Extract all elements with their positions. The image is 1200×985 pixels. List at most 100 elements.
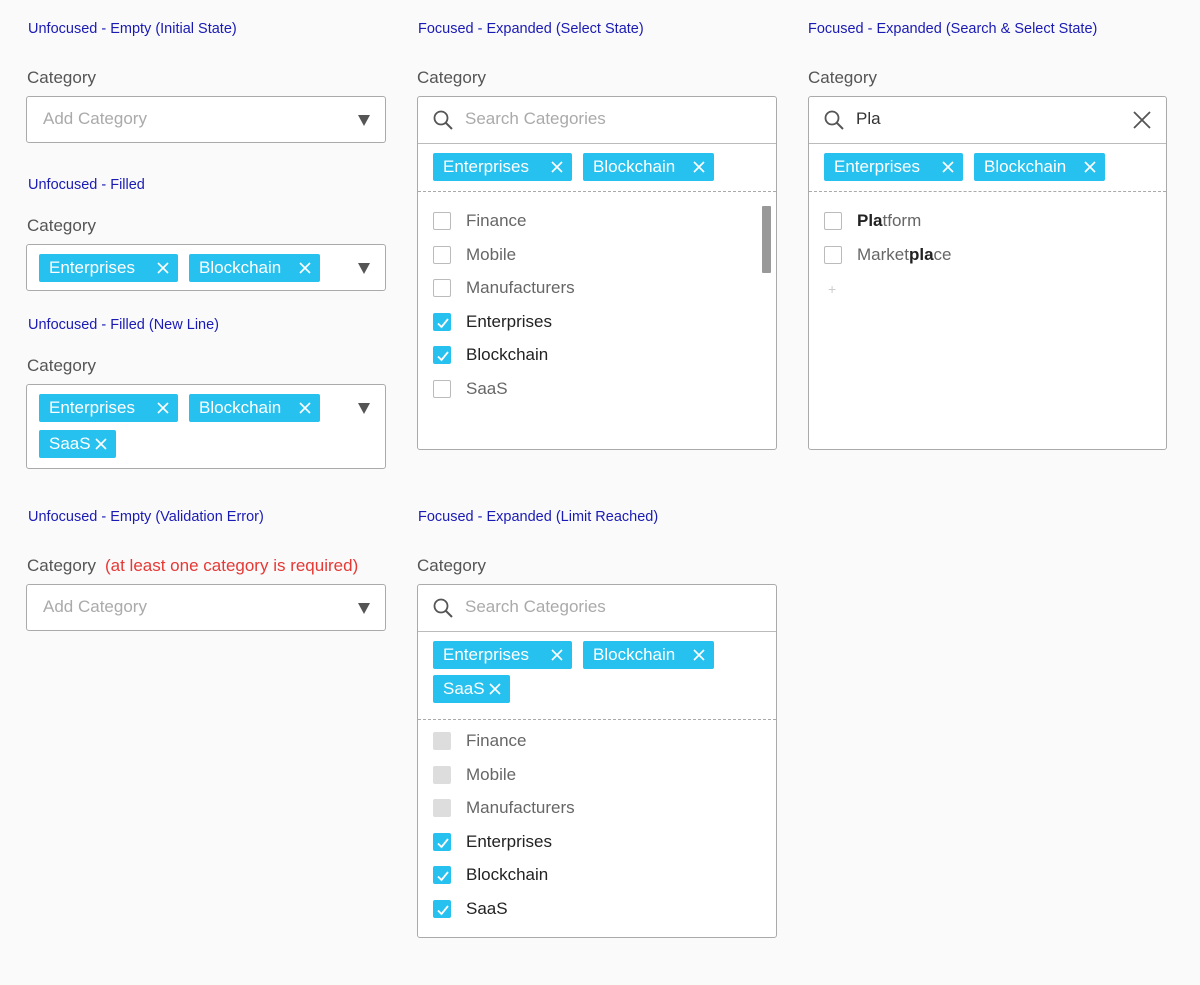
option-label: Marketplace bbox=[857, 244, 952, 266]
chip-label: Enterprises bbox=[49, 398, 135, 417]
category-dropdown-expanded: Search Categories Enterprises Blockchain… bbox=[417, 96, 777, 450]
chip-blockchain: Blockchain bbox=[974, 153, 1105, 181]
heading-select-state: Focused - Expanded (Select State) bbox=[418, 21, 644, 37]
checkbox[interactable] bbox=[433, 380, 451, 398]
chip-enterprises: Enterprises bbox=[39, 254, 178, 282]
dropdown-arrow-icon[interactable] bbox=[358, 115, 370, 126]
search-input[interactable]: Search Categories bbox=[465, 109, 606, 129]
checkmark-icon bbox=[437, 318, 449, 329]
option-label: Finance bbox=[466, 731, 527, 750]
search-row: Pla bbox=[809, 97, 1166, 144]
heading-limit-reached: Focused - Expanded (Limit Reached) bbox=[418, 509, 659, 525]
remove-chip-icon[interactable] bbox=[942, 161, 954, 173]
checkbox-checked[interactable] bbox=[433, 866, 451, 884]
checkmark-icon bbox=[437, 905, 449, 916]
selection-divider bbox=[418, 719, 776, 720]
search-input[interactable]: Search Categories bbox=[465, 597, 606, 617]
option-label: Manufacturers bbox=[466, 278, 575, 297]
chip-enterprises: Enterprises bbox=[433, 153, 572, 181]
chip-label: Enterprises bbox=[443, 157, 529, 176]
remove-chip-icon[interactable] bbox=[551, 649, 563, 661]
remove-chip-icon[interactable] bbox=[489, 683, 501, 695]
chip-label: Enterprises bbox=[443, 645, 529, 664]
option-label: Finance bbox=[466, 211, 527, 230]
checkbox[interactable] bbox=[433, 246, 451, 264]
chip-label: SaaS bbox=[443, 679, 485, 698]
chip-enterprises: Enterprises bbox=[824, 153, 963, 181]
option-label: Blockchain bbox=[466, 345, 549, 364]
chip-label: Blockchain bbox=[593, 645, 676, 664]
remove-chip-icon[interactable] bbox=[1084, 161, 1096, 173]
checkbox-checked[interactable] bbox=[433, 833, 451, 851]
remove-chip-icon[interactable] bbox=[299, 402, 311, 414]
remove-chip-icon[interactable] bbox=[157, 262, 169, 274]
chip-blockchain: Blockchain bbox=[189, 394, 320, 422]
dropdown-arrow-icon[interactable] bbox=[358, 263, 370, 274]
selection-divider bbox=[418, 191, 776, 192]
match-rest: ce bbox=[933, 245, 952, 264]
checkbox[interactable] bbox=[824, 246, 842, 264]
match-prefix: Market bbox=[857, 245, 909, 264]
heading-validation-error: Unfocused - Empty (Validation Error) bbox=[28, 509, 264, 525]
search-icon bbox=[824, 110, 844, 130]
chip-label: Blockchain bbox=[593, 157, 676, 176]
checkbox[interactable] bbox=[433, 212, 451, 230]
checkbox-checked[interactable] bbox=[433, 313, 451, 331]
checkbox[interactable] bbox=[433, 279, 451, 297]
remove-chip-icon[interactable] bbox=[693, 161, 705, 173]
option-label: SaaS bbox=[466, 899, 508, 918]
chip-blockchain: Blockchain bbox=[583, 641, 714, 669]
remove-chip-icon[interactable] bbox=[95, 438, 107, 450]
field-label: Category bbox=[808, 68, 877, 87]
chip-blockchain: Blockchain bbox=[189, 254, 320, 282]
chip-blockchain: Blockchain bbox=[583, 153, 714, 181]
remove-chip-icon[interactable] bbox=[157, 402, 169, 414]
category-dropdown-error[interactable]: Add Category bbox=[26, 584, 386, 631]
chip-label: Blockchain bbox=[984, 157, 1067, 176]
dropdown-arrow-icon[interactable] bbox=[358, 403, 370, 414]
checkbox-checked[interactable] bbox=[433, 346, 451, 364]
clear-search-icon[interactable] bbox=[1131, 109, 1153, 131]
scrollbar-thumb[interactable] bbox=[762, 206, 771, 273]
heading-initial-state: Unfocused - Empty (Initial State) bbox=[28, 21, 237, 37]
heading-filled: Unfocused - Filled bbox=[28, 177, 145, 193]
checkbox-disabled bbox=[433, 799, 451, 817]
checkbox[interactable] bbox=[824, 212, 842, 230]
search-input[interactable]: Pla bbox=[856, 109, 881, 129]
match-highlight: pla bbox=[908, 245, 934, 264]
chip-enterprises: Enterprises bbox=[433, 641, 572, 669]
field-label: Category bbox=[417, 68, 486, 87]
placeholder-text: Add Category bbox=[43, 109, 147, 128]
chip-label: Blockchain bbox=[199, 258, 282, 277]
chip-label: Enterprises bbox=[49, 258, 135, 277]
category-dropdown-filled-newline[interactable]: Enterprises Blockchain SaaS bbox=[26, 384, 386, 469]
dropdown-arrow-icon[interactable] bbox=[358, 603, 370, 614]
option-label: Enterprises bbox=[466, 312, 552, 331]
search-icon bbox=[433, 598, 453, 618]
remove-chip-icon[interactable] bbox=[693, 649, 705, 661]
placeholder-text: Add Category bbox=[43, 597, 147, 616]
field-label-with-error: Category (at least one category is requir… bbox=[27, 556, 358, 576]
option-label: Mobile bbox=[466, 765, 517, 784]
field-label: Category bbox=[27, 68, 96, 87]
error-message: (at least one category is required) bbox=[104, 556, 359, 575]
chip-label: SaaS bbox=[49, 434, 91, 453]
checkbox-checked[interactable] bbox=[433, 900, 451, 918]
category-dropdown-filled[interactable]: Enterprises Blockchain bbox=[26, 244, 386, 291]
remove-chip-icon[interactable] bbox=[551, 161, 563, 173]
chip-saas: SaaS bbox=[433, 675, 510, 703]
chip-label: Blockchain bbox=[199, 398, 282, 417]
category-dropdown-search: Pla Enterprises Blockchain Platform Mark… bbox=[808, 96, 1167, 450]
selection-divider bbox=[809, 191, 1166, 192]
chip-enterprises: Enterprises bbox=[39, 394, 178, 422]
field-label: Category bbox=[27, 556, 96, 575]
checkbox-disabled bbox=[433, 732, 451, 750]
category-dropdown-limit-reached: Search Categories Enterprises Blockchain… bbox=[417, 584, 777, 938]
checkmark-icon bbox=[437, 871, 449, 882]
option-label: Manufacturers bbox=[466, 798, 575, 817]
option-label: SaaS bbox=[466, 379, 508, 398]
category-dropdown-empty[interactable]: Add Category bbox=[26, 96, 386, 143]
heading-search-select-state: Focused - Expanded (Search & Select Stat… bbox=[808, 21, 1098, 37]
option-label: Enterprises bbox=[466, 832, 552, 851]
remove-chip-icon[interactable] bbox=[299, 262, 311, 274]
